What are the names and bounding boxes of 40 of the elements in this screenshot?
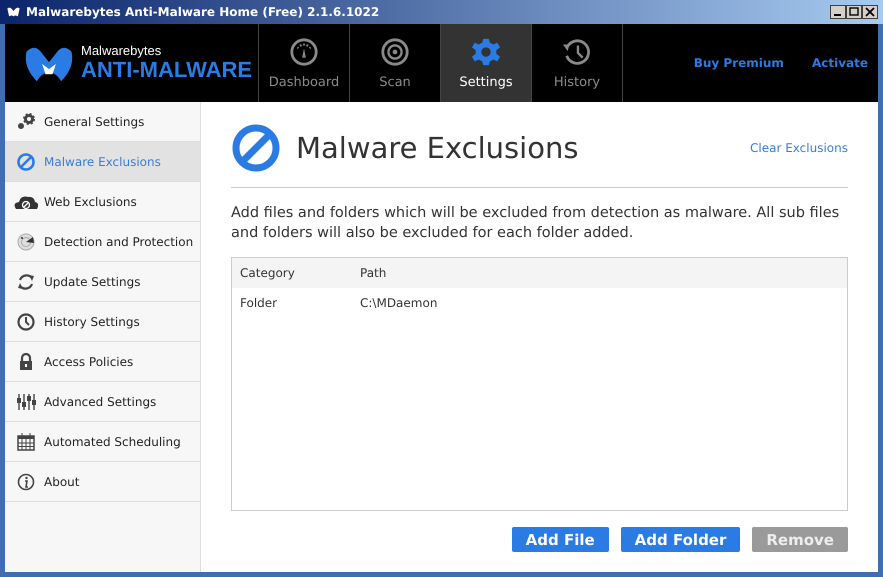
calendar-icon [16,432,36,452]
refresh-icon [16,272,36,292]
table-cell-text: C:\MDaemon [360,296,438,310]
close-button[interactable] [862,5,878,19]
header-link[interactable]: Activate [812,56,868,70]
radar-icon [16,232,36,252]
nav-tab[interactable]: Settings [441,24,532,102]
action-button[interactable]: Add File [512,527,609,552]
clock-history-icon [562,36,592,66]
gauge-icon [289,36,319,66]
sidebar-item[interactable]: Web Exclusions [5,182,200,222]
sidebar-item[interactable]: History Settings [5,302,200,342]
app-logo-icon [6,5,21,19]
sidebar-item[interactable]: Automated Scheduling [5,422,200,462]
page-title: Malware Exclusions [296,130,578,164]
product-name: ANTI-MALWARE [81,58,252,82]
header-link[interactable]: Buy Premium [694,56,784,70]
clear-exclusions-link[interactable]: Clear Exclusions [750,140,848,154]
description: Add files and folders which will be excluded from detection as malware. All sub files and folders will also be excluded for each folder added. [231,204,840,243]
sidebar-item[interactable]: Access Policies [5,342,200,382]
info-icon [16,472,36,492]
maximize-button[interactable] [846,5,862,19]
clock-icon [16,312,36,332]
action-button[interactable]: Add Folder [620,527,740,552]
gear-icon [471,36,501,66]
column-header: Category [240,266,296,280]
brand-name: Malwarebytes [81,44,162,58]
prohibited-icon [231,122,281,172]
window-title: Malwarebytes Anti-Malware Home (Free) 2.1.6.1022 [26,5,380,19]
prohibited-icon [16,152,36,172]
sidebar-item[interactable]: Advanced Settings [5,382,200,422]
target-icon [380,36,410,66]
sidebar-item[interactable]: Detection and Protection [5,222,200,262]
sidebar-item[interactable]: About [5,462,200,502]
sliders-icon [16,392,36,412]
gears-icon [16,112,36,132]
table-cell-text: Folder [240,296,278,310]
column-header: Path [360,266,388,280]
minimize-button[interactable] [830,5,846,19]
sidebar-item[interactable]: Update Settings [5,262,200,302]
